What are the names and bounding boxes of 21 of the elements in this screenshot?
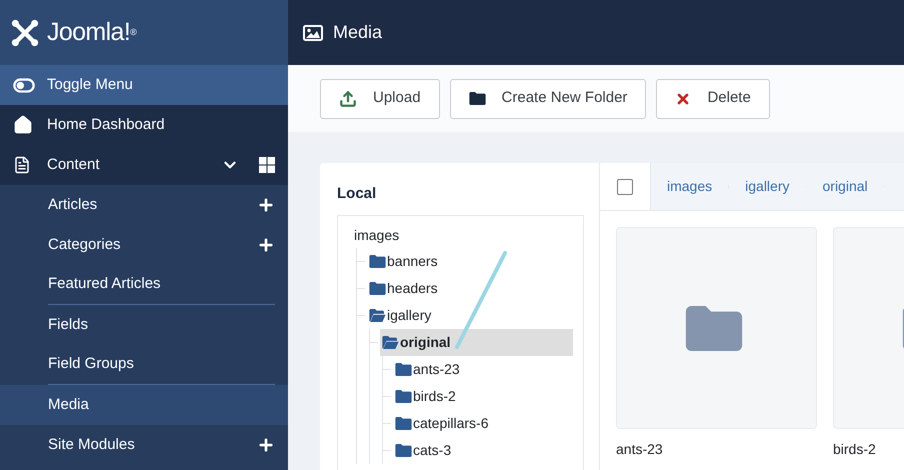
sidebar-item[interactable]: Home Dashboard <box>0 105 288 145</box>
sidebar-item[interactable]: Toggle Menu <box>0 65 288 105</box>
submenu-item[interactable]: Media <box>0 385 288 425</box>
tree-item[interactable]: original <box>380 329 573 356</box>
tree-item[interactable]: birds-2 <box>393 383 573 410</box>
tree-root[interactable]: images <box>354 222 573 248</box>
tree-item[interactable]: catepillars-6 <box>393 410 573 437</box>
logo-text: Joomla!$^{®}$ <box>47 16 136 48</box>
toolbar-button[interactable]: Create New Folder <box>450 78 646 118</box>
sidebar-item[interactable]: Content <box>0 145 288 185</box>
tree-title: Local <box>337 184 378 204</box>
tree-item[interactable]: ants-23 <box>393 356 573 383</box>
tree-item[interactable]: banners <box>367 248 573 275</box>
tree-item[interactable]: headers <box>367 275 573 302</box>
folder-name: birds-2 <box>833 440 877 459</box>
toolbar-button[interactable]: Upload <box>320 78 440 118</box>
tree-item[interactable]: cats-3 <box>393 437 573 464</box>
page-title: Media <box>333 21 382 44</box>
toolbar-button[interactable]: Delete <box>656 78 770 118</box>
folder-name: ants-23 <box>616 440 664 459</box>
tree-item[interactable]: igallery <box>367 302 573 329</box>
